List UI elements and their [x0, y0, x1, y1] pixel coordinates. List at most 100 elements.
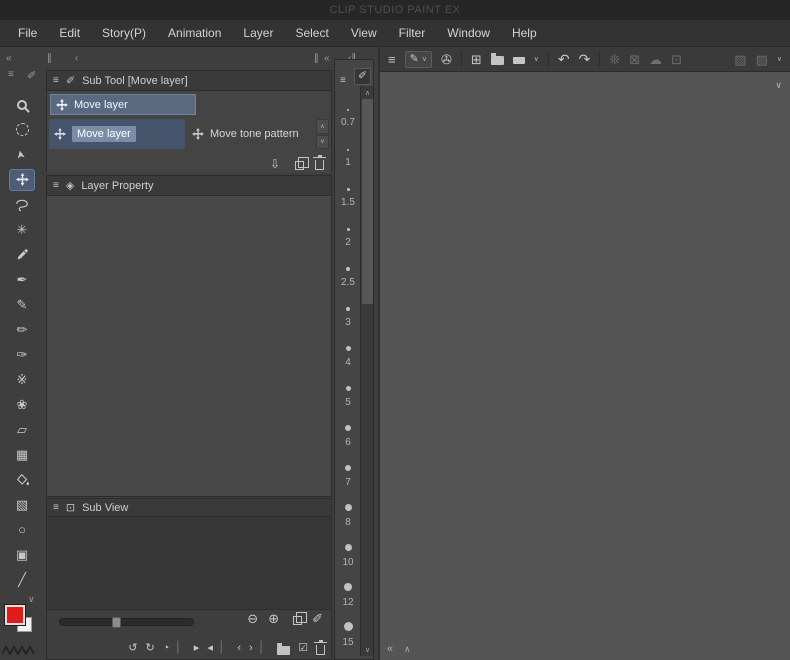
subtool-group-tab-move-layer[interactable]: Move layer: [50, 94, 196, 115]
brush-size-option-4[interactable]: 4: [335, 333, 361, 373]
brush-size-option-6[interactable]: 6: [335, 413, 361, 453]
scrollbar-thumb[interactable]: [362, 99, 373, 304]
tool-gradient[interactable]: ▧: [5, 492, 39, 517]
tool-frame-border[interactable]: ▣: [5, 542, 39, 567]
dock-pin2-icon[interactable]: ∥: [314, 53, 319, 65]
duplicate-subtool-icon[interactable]: [295, 161, 304, 170]
brush-size-scrollbar[interactable]: ∧ ∨: [360, 86, 373, 656]
tool-operation[interactable]: ➤: [5, 142, 39, 167]
sub-view-zoom-slider-thumb[interactable]: [112, 617, 121, 628]
canvas-dock-collapse-icon[interactable]: ∨: [775, 80, 782, 91]
scroll-up-icon[interactable]: ∧: [361, 87, 374, 98]
tool-auto-select[interactable]: ✳: [5, 217, 39, 242]
tool-figure[interactable]: ○: [5, 517, 39, 542]
brush-size-option-12[interactable]: 12: [335, 573, 361, 613]
command-bar-menu-icon[interactable]: ≡: [388, 53, 396, 66]
tool-pencil[interactable]: ✏: [5, 317, 39, 342]
tool-marker[interactable]: ✎: [5, 292, 39, 317]
brush-size-option-7[interactable]: 7: [335, 453, 361, 493]
brush-size-option-15[interactable]: 15: [335, 613, 361, 653]
sub-view-eyedropper-icon[interactable]: ✐: [312, 612, 323, 625]
delete-subtool-icon[interactable]: [315, 160, 324, 170]
tool-zoom[interactable]: [5, 92, 39, 117]
auto-switch-checkbox-icon[interactable]: ☑: [298, 643, 308, 654]
brush-size-option-0_7[interactable]: 0.7: [335, 93, 361, 133]
subtool-scroll-up-icon[interactable]: ∧: [316, 119, 329, 134]
toolbar-menu-icon[interactable]: ≡: [8, 69, 14, 81]
open-file-icon[interactable]: [491, 56, 504, 65]
brush-size-option-8[interactable]: 8: [335, 493, 361, 533]
brush-size-option-2_5[interactable]: 2.5: [335, 253, 361, 293]
previous-image-icon[interactable]: ‹: [237, 643, 241, 654]
clip-studio-icon[interactable]: ✇: [441, 53, 452, 66]
dock-prev-icon[interactable]: ‹: [75, 53, 78, 65]
fit-to-window-icon[interactable]: [293, 616, 302, 625]
layer-property-menu-icon[interactable]: ≡: [53, 181, 59, 191]
sub-view-canvas[interactable]: [47, 517, 331, 609]
subtool-item-move-tone-pattern[interactable]: Move tone pattern: [187, 119, 315, 149]
brush-size-option-10[interactable]: 10: [335, 533, 361, 573]
dock-pin-icon[interactable]: ∥: [47, 53, 52, 65]
rotate-left-icon[interactable]: ↺: [128, 643, 137, 654]
scroll-down-icon[interactable]: ∨: [361, 644, 374, 655]
brush-size-option-5[interactable]: 5: [335, 373, 361, 413]
print-dropdown-icon[interactable]: ∨: [534, 55, 539, 63]
zoom-in-icon[interactable]: ⊕: [268, 612, 279, 625]
brush-size-pen-button[interactable]: ✐: [354, 68, 371, 85]
tool-move-canvas[interactable]: [5, 117, 39, 142]
tool-ruler[interactable]: ╱: [5, 567, 39, 592]
canvas-expand-up-icon[interactable]: ∧: [404, 644, 411, 655]
brush-size-option-1_5[interactable]: 1.5: [335, 173, 361, 213]
import-subtool-icon[interactable]: ⇩: [270, 158, 280, 170]
print-icon[interactable]: [513, 57, 525, 64]
tool-selection-lasso[interactable]: [5, 192, 39, 217]
undo-icon[interactable]: ↶: [558, 52, 570, 66]
tool-eraser[interactable]: ▱: [5, 417, 39, 442]
subtool-item-move-layer[interactable]: Move layer: [49, 119, 185, 149]
tool-eyedropper[interactable]: [5, 242, 39, 267]
tool-list-scroll-down-icon[interactable]: ∨: [28, 593, 35, 605]
tool-pen[interactable]: ✒: [5, 267, 39, 292]
layer-property-header[interactable]: ≡ ◈ Layer Property: [47, 176, 331, 196]
menu-item-file[interactable]: File: [7, 20, 48, 47]
tool-move-layer[interactable]: [5, 167, 39, 192]
sub-view-menu-icon[interactable]: ≡: [53, 503, 59, 513]
menu-item-animation[interactable]: Animation: [157, 20, 232, 47]
clear-sub-view-icon[interactable]: [316, 645, 325, 655]
step-back-icon[interactable]: ◂: [207, 643, 213, 654]
current-tool-dropdown-icon[interactable]: ∨: [422, 55, 427, 63]
menu-item-view[interactable]: View: [340, 20, 388, 47]
subtool-scroll-down-icon[interactable]: ∨: [316, 135, 329, 150]
step-forward-icon[interactable]: ▸: [194, 643, 200, 654]
subtool-panel-menu-icon[interactable]: ≡: [53, 76, 59, 86]
canvas-area[interactable]: ∨ « ∧: [380, 72, 790, 660]
brush-size-option-1[interactable]: 1: [335, 133, 361, 173]
menu-item-help[interactable]: Help: [501, 20, 548, 47]
sub-view-zoom-slider[interactable]: [59, 618, 194, 626]
brush-size-option-2[interactable]: 2: [335, 213, 361, 253]
new-file-icon[interactable]: ⊞: [471, 53, 482, 66]
tool-brush[interactable]: ✑: [5, 342, 39, 367]
tool-airbrush[interactable]: ※: [5, 367, 39, 392]
tool-fill[interactable]: [5, 467, 39, 492]
timer-icon[interactable]: ◔: [163, 643, 170, 654]
sub-view-header[interactable]: ≡ ⊡ Sub View: [47, 499, 331, 517]
menu-item-select[interactable]: Select: [284, 20, 339, 47]
zoom-out-icon[interactable]: ⊖: [247, 612, 258, 625]
menu-item-edit[interactable]: Edit: [48, 20, 91, 47]
next-image-icon[interactable]: ›: [249, 643, 253, 654]
menu-item-window[interactable]: Window: [436, 20, 501, 47]
brush-size-menu-icon[interactable]: ≡: [340, 76, 346, 86]
dock-collapse2-icon[interactable]: «: [324, 53, 330, 65]
current-tool-button[interactable]: ✎ ∨: [405, 51, 432, 68]
brush-size-option-3[interactable]: 3: [335, 293, 361, 333]
dock-collapse-left-icon[interactable]: «: [6, 53, 12, 65]
menu-item-filter[interactable]: Filter: [388, 20, 437, 47]
menu-item-storyp[interactable]: Story(P): [91, 20, 157, 47]
redo-icon[interactable]: ↷: [579, 52, 591, 66]
open-image-folder-icon[interactable]: [277, 646, 290, 655]
subtool-panel-header[interactable]: ≡ ✐ Sub Tool [Move layer]: [47, 71, 331, 91]
canvas-expand-left-icon[interactable]: «: [387, 643, 393, 655]
main-color-swatch[interactable]: [5, 605, 25, 625]
tool-decoration[interactable]: ❀: [5, 392, 39, 417]
